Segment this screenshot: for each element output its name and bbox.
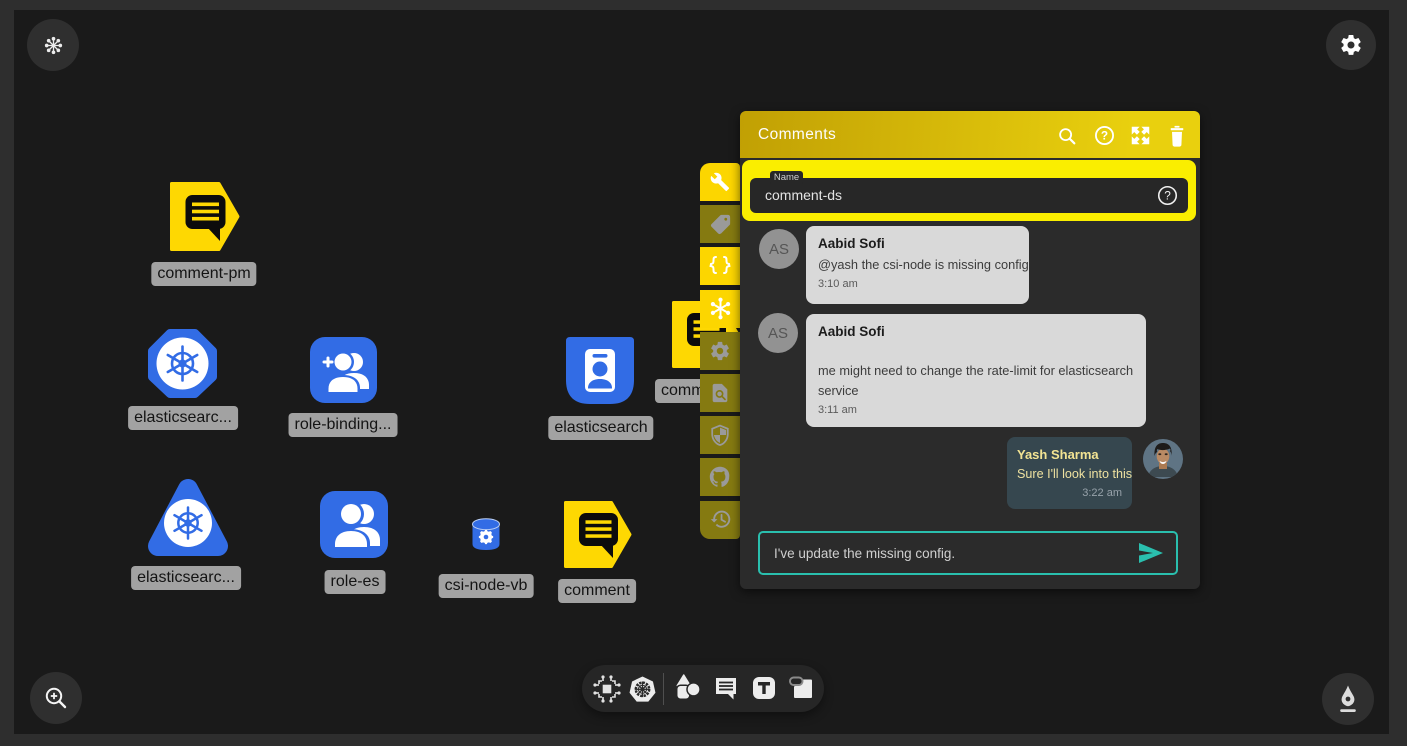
svg-text:?: ? [1164,188,1171,202]
svg-text:?: ? [1101,129,1108,143]
